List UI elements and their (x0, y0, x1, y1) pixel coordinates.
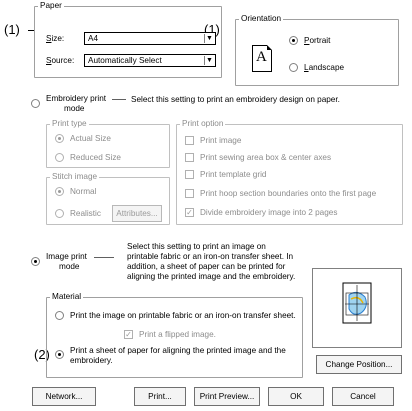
portrait-page-icon: A (252, 45, 272, 72)
paper-group-title: Paper (38, 1, 64, 11)
size-select[interactable]: A4 ▼ (84, 32, 216, 45)
image-print-desc-3: addition, a sheet of paper can be printe… (127, 262, 286, 271)
hoop-boundaries-checkbox[interactable] (185, 189, 194, 198)
image-print-leader-line (94, 257, 114, 258)
stitch-image-title: Stitch image (50, 172, 100, 182)
print-button[interactable]: Print... (134, 387, 186, 406)
position-preview (312, 268, 402, 348)
normal-label[interactable]: Normal (70, 187, 96, 197)
sewing-area-checkbox[interactable] (185, 153, 194, 162)
normal-radio[interactable] (55, 187, 64, 196)
callout-paper: (1) (4, 22, 20, 37)
ok-button[interactable]: OK (268, 387, 324, 406)
orientation-group-title: Orientation (239, 14, 284, 24)
landscape-radio[interactable] (289, 63, 298, 72)
realistic-label[interactable]: Realistic (70, 209, 101, 219)
template-grid-checkbox[interactable] (185, 170, 194, 179)
page-fold-corner (267, 45, 272, 50)
embroidery-description: Select this setting to print an embroide… (131, 95, 340, 104)
embroidery-leader-line (112, 99, 126, 100)
template-grid-label[interactable]: Print template grid (200, 170, 266, 180)
network-button[interactable]: Network... (32, 387, 96, 406)
print-image-label[interactable]: Print image (200, 136, 241, 146)
portrait-radio[interactable] (289, 36, 298, 45)
flipped-image-label[interactable]: Print a flipped image. (139, 330, 216, 340)
actual-size-radio[interactable] (55, 134, 64, 143)
portrait-label[interactable]: Portrait (304, 36, 330, 46)
change-position-button[interactable]: Change Position... (316, 355, 402, 374)
realistic-radio[interactable] (55, 209, 64, 218)
divide-image-label[interactable]: Divide embroidery image into 2 pages (200, 208, 337, 218)
print-image-checkbox[interactable] (185, 136, 194, 145)
divide-image-checkbox[interactable]: ✓ (185, 208, 194, 217)
reduced-size-label[interactable]: Reduced Size (70, 153, 121, 163)
alignment-sheet-label-1[interactable]: Print a sheet of paper for aligning the … (70, 346, 286, 356)
flipped-image-checkbox[interactable]: ✓ (124, 330, 133, 339)
landscape-label[interactable]: Landscape (304, 63, 344, 73)
hoop-boundaries-label[interactable]: Print hoop section boundaries onto the f… (200, 189, 376, 199)
actual-size-label[interactable]: Actual Size (70, 134, 111, 144)
print-option-title: Print option (180, 119, 226, 129)
print-on-fabric-label[interactable]: Print the image on printable fabric or a… (70, 311, 296, 321)
cancel-button[interactable]: Cancel (332, 387, 394, 406)
image-print-desc-2: printable fabric or an iron-on transfer … (127, 252, 294, 261)
chevron-down-icon[interactable]: ▼ (204, 34, 214, 43)
source-label: Source: (46, 56, 75, 65)
page-letter: A (256, 49, 267, 65)
image-print-label-2[interactable]: mode (59, 262, 79, 272)
image-print-desc-1: Select this setting to print an image on (127, 242, 266, 251)
size-label: Size: (46, 34, 65, 43)
embroidery-print-radio[interactable] (31, 99, 40, 108)
sewing-area-label[interactable]: Print sewing area box & center axes (200, 153, 331, 163)
image-print-desc-4: aligning the printed image and the embro… (127, 272, 296, 281)
embroidery-label-1[interactable]: Embroidery print (46, 94, 106, 104)
material-title: Material (50, 292, 84, 302)
embroidery-label-2[interactable]: mode (64, 104, 84, 114)
source-value: Automatically Select (88, 56, 162, 65)
source-select[interactable]: Automatically Select ▼ (84, 54, 216, 67)
print-preview-button[interactable]: Print Preview... (194, 387, 260, 406)
print-type-title: Print type (50, 119, 89, 129)
chevron-down-icon[interactable]: ▼ (204, 56, 214, 65)
reduced-size-radio[interactable] (55, 153, 64, 162)
alignment-preview-icon (342, 282, 372, 324)
alignment-sheet-label-2[interactable]: embroidery. (70, 356, 113, 366)
size-value: A4 (88, 34, 99, 43)
image-print-radio[interactable] (31, 257, 40, 266)
image-print-label-1[interactable]: Image print (46, 252, 87, 262)
attributes-button[interactable]: Attributes... (112, 205, 162, 222)
print-on-fabric-radio[interactable] (55, 311, 64, 320)
alignment-sheet-radio[interactable] (55, 350, 64, 359)
